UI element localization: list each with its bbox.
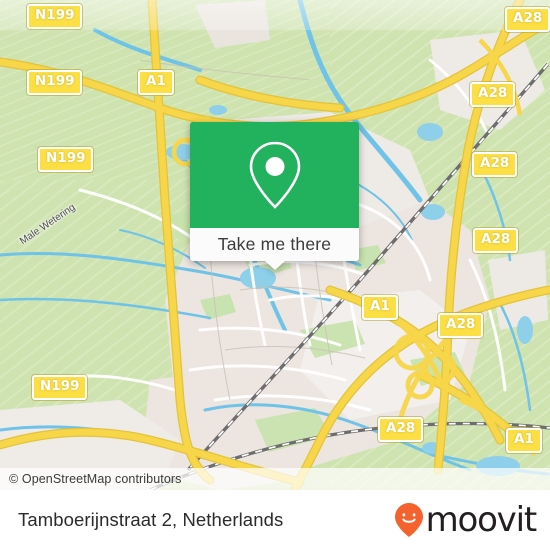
- take-me-there-label: Take me there: [217, 234, 332, 254]
- road-shield-n199[interactable]: N199: [27, 70, 83, 95]
- road-shield-a1[interactable]: A1: [138, 70, 174, 95]
- moovit-location-card: N199 N199 A1 N199 N199 A28 A28 A28 A28 A…: [0, 0, 550, 550]
- road-shield-n199[interactable]: N199: [32, 375, 88, 400]
- moovit-smile-pin-icon: [394, 503, 423, 537]
- attribution-text[interactable]: © OpenStreetMap contributors: [0, 472, 182, 486]
- road-shield-n199[interactable]: N199: [27, 4, 83, 29]
- map-attribution-bar: © OpenStreetMap contributors: [0, 468, 550, 490]
- popup-action-bar[interactable]: Take me there: [190, 228, 359, 270]
- road-shield-a28[interactable]: A28: [378, 417, 424, 442]
- moovit-wordmark: moovit: [425, 500, 538, 540]
- moovit-logo[interactable]: moovit: [394, 500, 538, 540]
- road-shield-a1[interactable]: A1: [506, 428, 542, 453]
- footer-bar: Tamboerijnstraat 2, Netherlands moovit: [0, 490, 550, 550]
- road-shield-n199[interactable]: N199: [38, 147, 94, 172]
- map-canvas[interactable]: N199 N199 A1 N199 N199 A28 A28 A28 A28 A…: [0, 0, 550, 490]
- address-title: Tamboerijnstraat 2, Netherlands: [18, 509, 284, 530]
- road-shield-a28[interactable]: A28: [505, 7, 550, 32]
- road-shield-a1[interactable]: A1: [362, 295, 398, 320]
- road-shield-a28[interactable]: A28: [470, 82, 516, 107]
- popup-pin-area: [190, 122, 359, 228]
- popup-tail: [264, 261, 285, 270]
- map-pin-icon: [249, 141, 300, 209]
- road-shield-a28[interactable]: A28: [473, 228, 519, 253]
- location-popup-card[interactable]: Take me there: [190, 122, 359, 270]
- road-shield-a28[interactable]: A28: [472, 152, 518, 177]
- road-shield-a28[interactable]: A28: [438, 313, 484, 338]
